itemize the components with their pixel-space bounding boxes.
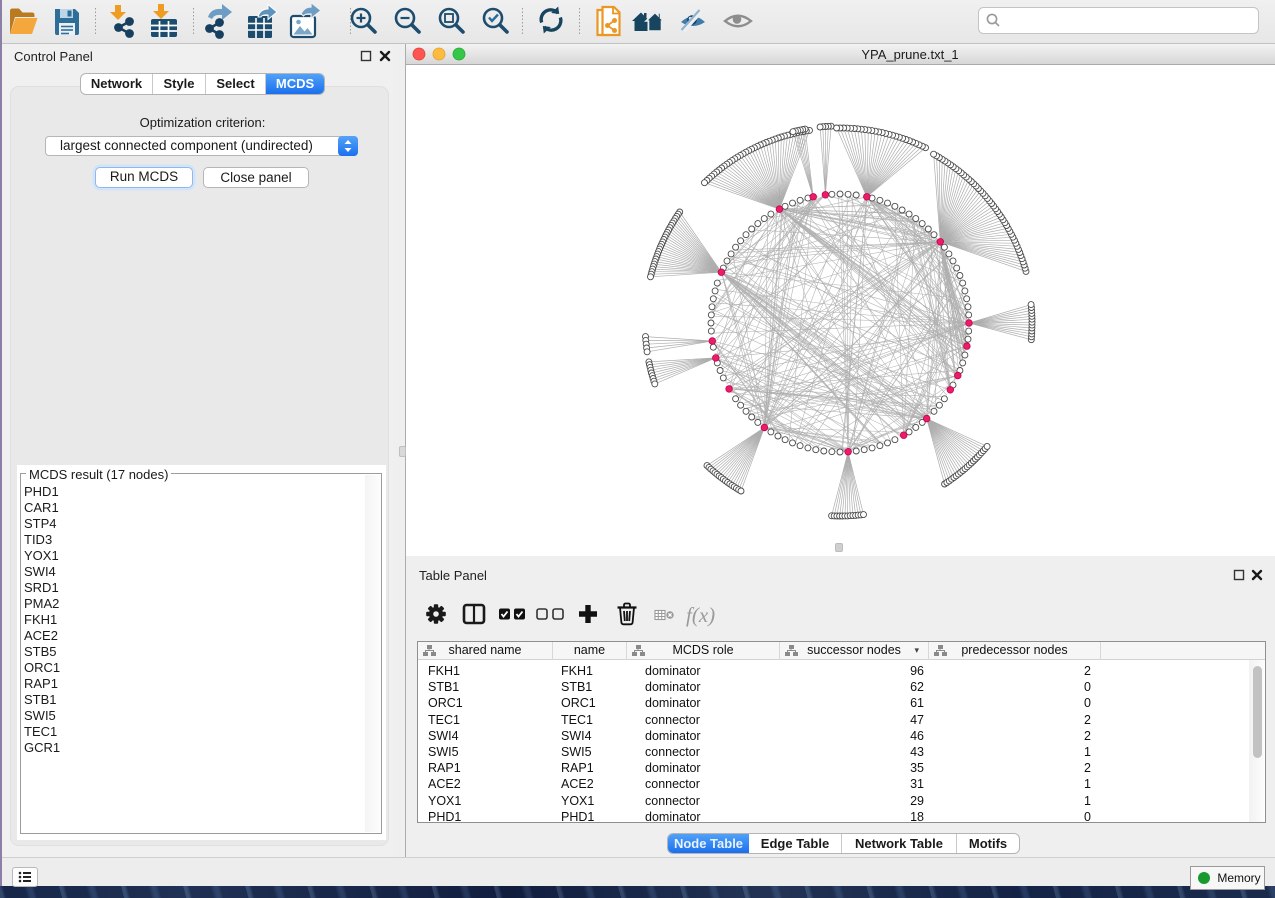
svg-text:f(x): f(x) — [686, 603, 715, 627]
